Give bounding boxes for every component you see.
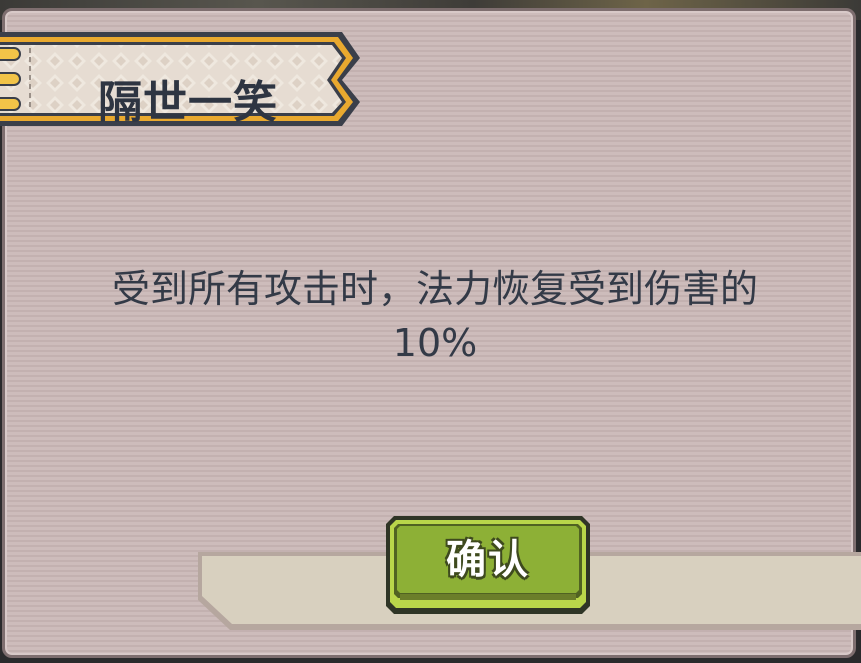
description-line-1: 受到所有攻击时，法力恢复受到伤害的 xyxy=(111,267,758,311)
confirm-button[interactable]: 确认 xyxy=(386,516,590,614)
skill-description: 受到所有攻击时，法力恢复受到伤害的 10% xyxy=(40,262,830,370)
dialog-title: 隔世一笑 xyxy=(98,77,278,128)
confirm-button-label: 确认 xyxy=(446,537,530,583)
game-screen: 隔世一笑 受到所有攻击时，法力恢复受到伤害的 10% 确认 xyxy=(0,0,861,663)
description-line-2: 10% xyxy=(392,321,478,365)
title-ribbon: 隔世一笑 xyxy=(0,28,362,128)
